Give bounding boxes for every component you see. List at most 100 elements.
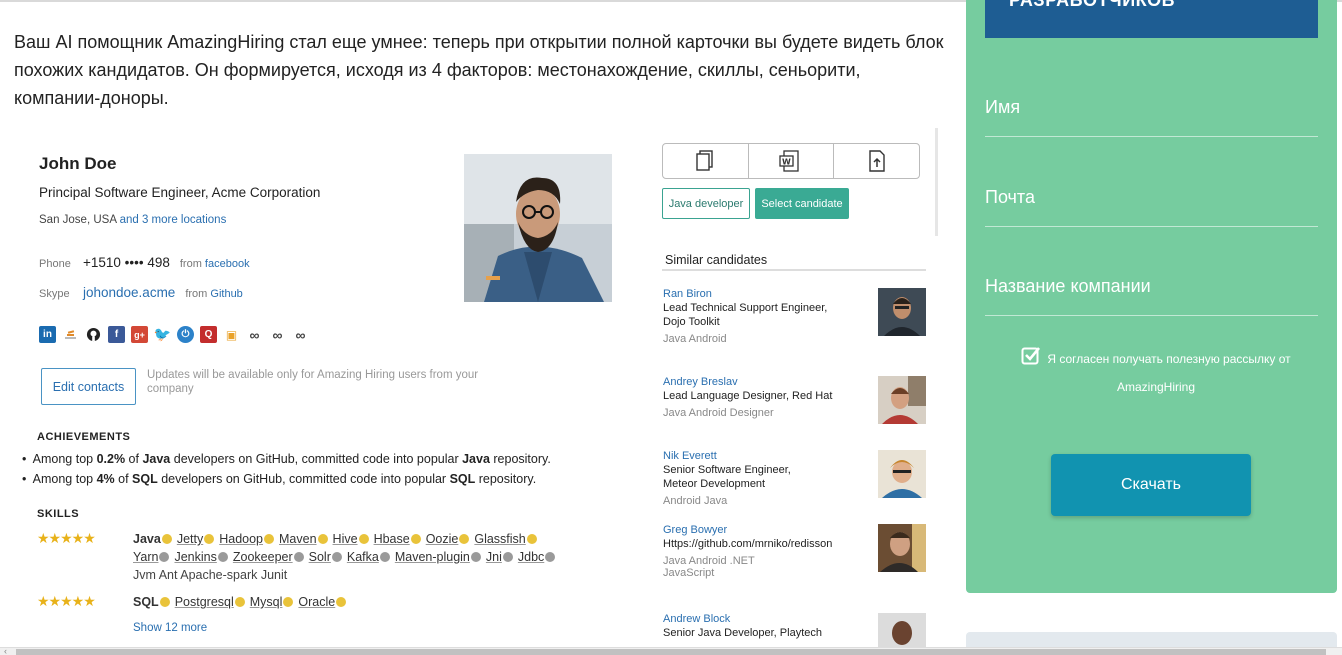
consent-text: Я согласен получать полезную рассылку от [1047, 352, 1291, 366]
skill-badge-icon [459, 534, 470, 544]
skill-badge-icon [317, 534, 328, 544]
article-intro: Ваш AI помощник AmazingHiring стал еще у… [14, 32, 944, 108]
word-document-icon: W [779, 150, 799, 172]
quora-icon[interactable]: Q [200, 326, 217, 343]
link-icon[interactable]: ∞ [269, 326, 286, 343]
skill-badge-icon [526, 534, 537, 544]
skype-label: Skype [39, 288, 70, 300]
skill-tag: Jni [486, 550, 513, 564]
skill-badge-icon [470, 552, 481, 562]
phone-label: Phone [39, 258, 71, 270]
edit-contacts-note: Updates will be available only for Amazi… [147, 369, 479, 395]
skill-tag: Maven-plugin [395, 550, 481, 564]
skills-java-line2: Yarn Jenkins Zookeeper Solr Kafka Maven-plugi… [133, 550, 560, 564]
select-candidate-button[interactable]: Select candidate [755, 188, 849, 219]
github-icon[interactable] [85, 326, 102, 343]
similar-candidate[interactable]: Andrey Breslav Lead Language Designer, R… [663, 376, 933, 424]
article: Ваш AI помощник AmazingHiring стал еще у… [0, 0, 950, 655]
skill-tag: Postgresql [175, 595, 245, 609]
stackoverflow-icon[interactable] [62, 326, 79, 343]
candidate-avatar [878, 524, 926, 572]
horizontal-scrollbar[interactable]: ‹ [0, 646, 1342, 655]
achievement-item: • Among top 0.2% of Java developers on G… [22, 452, 551, 466]
skill-tag: SQL [133, 595, 170, 609]
similar-candidate[interactable]: Andrew Block Senior Java Developer, Play… [663, 613, 933, 648]
similar-candidate[interactable]: Nik Everett Senior Software Engineer, Me… [663, 450, 933, 507]
skill-badge-icon [545, 552, 556, 562]
skill-tag: Mysql [250, 595, 294, 609]
skills-java-line3: Jvm Ant Apache-spark Junit [133, 568, 288, 582]
skill-badge-icon [331, 552, 342, 562]
skill-badge-icon [159, 597, 170, 607]
skill-tag: Yarn [133, 550, 170, 564]
candidate-avatar [878, 376, 926, 424]
badge-icon[interactable]: ▣ [223, 326, 240, 343]
skill-tag: Zookeeper [233, 550, 304, 564]
email-placeholder: Почта [985, 187, 1035, 207]
candidate-photo [464, 154, 612, 302]
skill-badge-icon [283, 597, 294, 607]
name-field[interactable]: Имя [985, 97, 1318, 137]
more-locations-link[interactable]: and 3 more locations [120, 214, 227, 226]
scrollbar-thumb[interactable] [16, 649, 1326, 655]
skills-java-line1: Java Jetty Hadoop Maven Hive Hbase Oozie Glassf… [133, 532, 542, 546]
link-icon[interactable]: ∞ [246, 326, 263, 343]
export-buttons: W [662, 143, 920, 179]
form-header-title: РАЗРАБОТЧИКОВ [1009, 0, 1176, 10]
facebook-link[interactable]: facebook [205, 258, 250, 270]
consent-block: Я согласен получать полезную рассылку от… [1006, 345, 1306, 401]
skype-value[interactable]: johondoe.acme [83, 285, 175, 300]
copy-doc-button[interactable] [663, 144, 749, 178]
similar-candidate[interactable]: Greg Bowyer Https://github.com/mrniko/re… [663, 524, 933, 579]
show-more-link[interactable]: Show 12 more [133, 622, 207, 634]
skill-tag: Hadoop [219, 532, 275, 546]
facebook-icon[interactable]: f [108, 326, 125, 343]
skype-row: Skype johondoe.acme from Github [39, 285, 243, 300]
skill-badge-icon [502, 552, 513, 562]
googleplus-icon[interactable]: g+ [131, 326, 148, 343]
consent-checkbox[interactable] [1021, 346, 1041, 366]
company-field[interactable]: Название компании [985, 276, 1318, 316]
email-field[interactable]: Почта [985, 187, 1318, 227]
location-text: San Jose, USA [39, 214, 117, 226]
document-icon [696, 150, 714, 171]
upload-doc-button[interactable] [834, 144, 919, 178]
skill-tag: Oracle [298, 595, 347, 609]
link-icon[interactable]: ∞ [292, 326, 309, 343]
panel-scrollbar[interactable] [935, 128, 938, 236]
java-developer-tag-button[interactable]: Java developer [662, 188, 750, 219]
similar-candidate[interactable]: Ran Biron Lead Technical Support Enginee… [663, 288, 933, 345]
power-icon[interactable]: ⏻ [177, 326, 194, 343]
skill-badge-icon [161, 534, 172, 544]
skills-sql-line: SQL Postgresql Mysql Oracle [133, 595, 351, 609]
skill-tag: Glassfish [474, 532, 537, 546]
skype-source: from Github [185, 288, 243, 300]
github-link[interactable]: Github [210, 288, 242, 300]
candidate-avatar [878, 450, 926, 498]
skill-badge-icon [293, 552, 304, 562]
linkedin-icon[interactable]: in [39, 326, 56, 343]
skill-tag: Kafka [347, 550, 390, 564]
word-export-button[interactable]: W [749, 144, 835, 178]
skill-badge-icon [379, 552, 390, 562]
scroll-left-icon[interactable]: ‹ [4, 646, 7, 655]
download-button[interactable]: Скачать [1051, 454, 1251, 516]
skill-tag: Jenkins [174, 550, 228, 564]
skill-tag: Solr [309, 550, 342, 564]
skill-badge-icon [204, 534, 215, 544]
skill-badge-icon [159, 552, 170, 562]
similar-candidates-title: Similar candidates [665, 253, 768, 267]
skill-tag: Java [133, 532, 172, 546]
skill-tag: Jetty [177, 532, 215, 546]
skills-rating-java: ★★★★★ [37, 530, 96, 546]
candidate-avatar [878, 288, 926, 336]
phone-source: from facebook [179, 258, 250, 270]
achievements-title: ACHIEVEMENTS [37, 431, 131, 443]
twitter-icon[interactable]: 🐦 [154, 326, 171, 343]
skill-badge-icon [264, 534, 275, 544]
consent-brand: AmazingHiring [1116, 380, 1196, 394]
download-form-panel: РАЗРАБОТЧИКОВ Имя Почта Название компани… [966, 0, 1337, 593]
skill-tag: Hbase [374, 532, 421, 546]
edit-contacts-button[interactable]: Edit contacts [41, 368, 136, 405]
form-header: РАЗРАБОТЧИКОВ [985, 0, 1318, 38]
